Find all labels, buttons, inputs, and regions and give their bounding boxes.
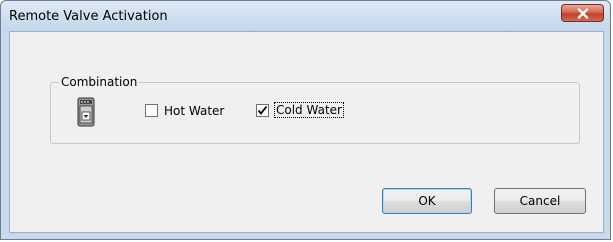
hot-water-label[interactable]: Hot Water: [164, 104, 224, 118]
title-bar[interactable]: Remote Valve Activation: [1, 1, 610, 31]
cold-water-checkbox[interactable]: [256, 104, 269, 117]
hot-water-checkbox[interactable]: [145, 104, 158, 117]
valve-device-icon: [77, 97, 95, 127]
close-button[interactable]: [561, 4, 604, 22]
ok-button[interactable]: OK: [382, 188, 472, 214]
window-title: Remote Valve Activation: [9, 9, 168, 24]
dialog-body: Combination Hot Water Cold Water OK Canc…: [9, 31, 604, 233]
dialog-window: Remote Valve Activation Combination Hot …: [0, 0, 611, 240]
cancel-button[interactable]: Cancel: [494, 188, 586, 214]
checkmark-icon: [257, 105, 268, 115]
combination-group: Combination Hot Water Cold Water: [50, 75, 580, 144]
cold-water-label[interactable]: Cold Water: [274, 102, 344, 118]
group-label: Combination: [59, 75, 140, 89]
close-x-icon: [577, 7, 588, 19]
